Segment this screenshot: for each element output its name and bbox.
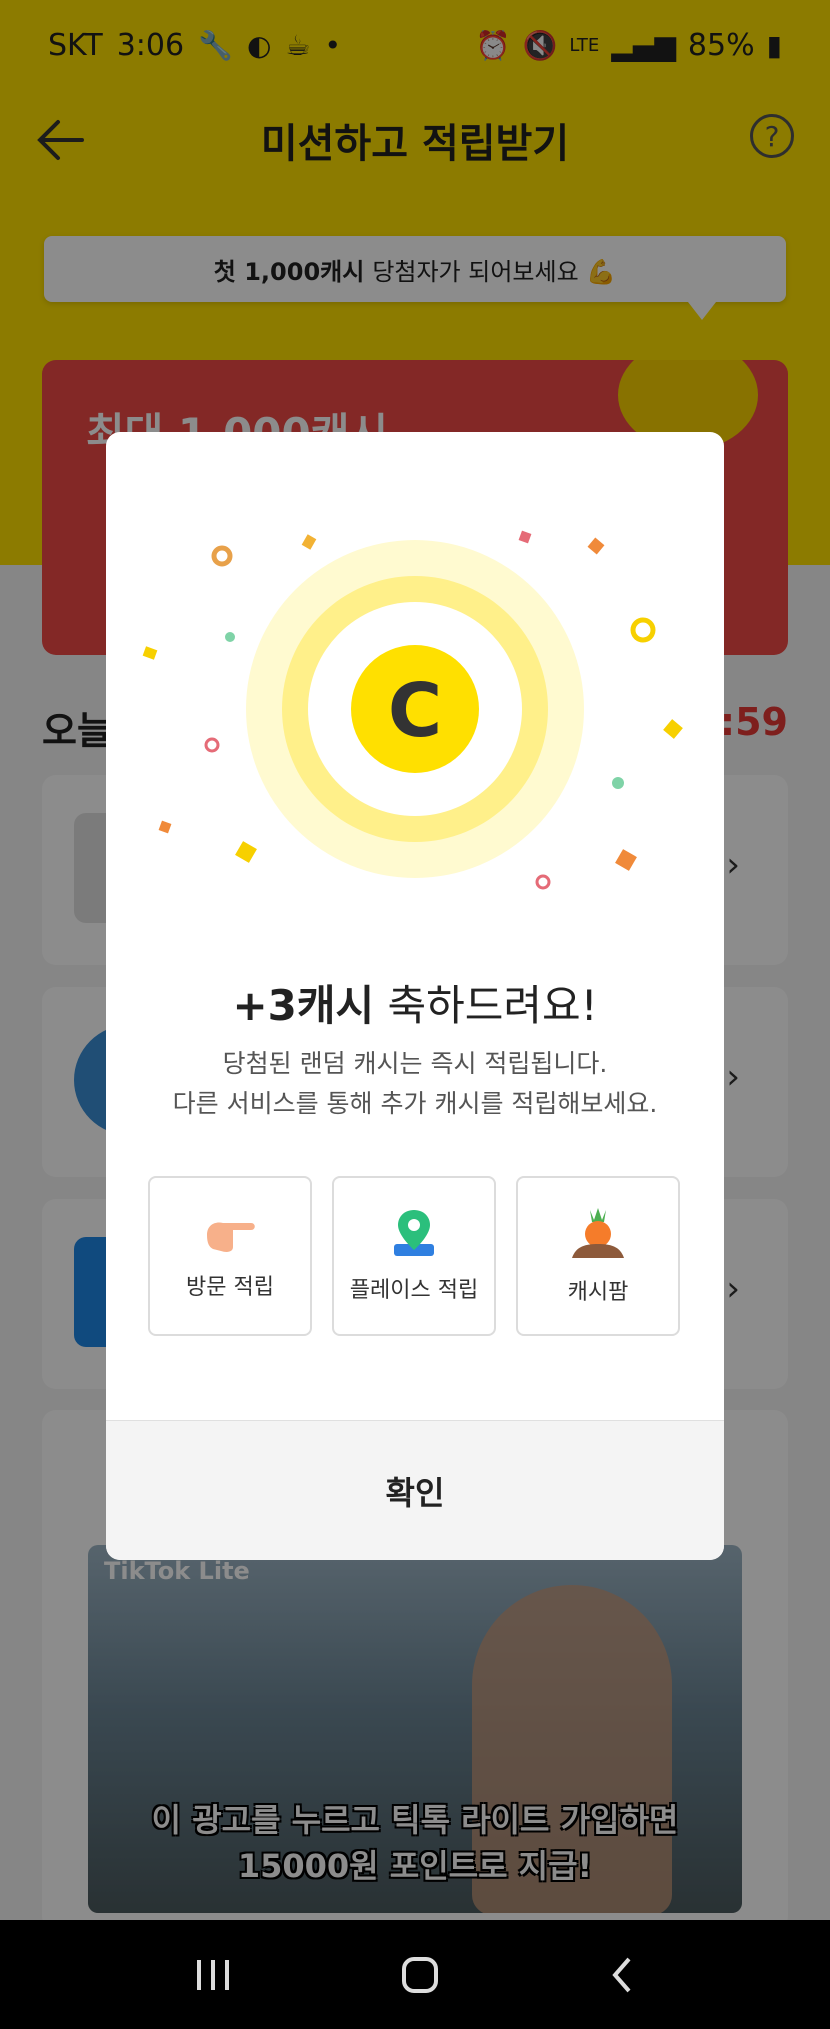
reward-dialog: C +3캐시 축하드려요! 당첨된 랜덤 캐시는 즉시 적립됩니다. 다른 서비… <box>106 432 724 1560</box>
coin-rings: C <box>246 540 584 878</box>
visit-reward-button[interactable]: 방문 적립 <box>148 1176 312 1336</box>
congrats-text: 축하드려요! <box>387 981 598 1030</box>
option-label: 캐시팜 <box>567 1280 629 1305</box>
cash-farm-button[interactable]: 캐시팜 <box>516 1176 680 1336</box>
reward-amount: +3캐시 <box>232 981 375 1030</box>
back-icon[interactable] <box>607 1955 637 1995</box>
description-line-2: 다른 서비스를 통해 추가 캐시를 적립해보세요. <box>172 1089 658 1118</box>
place-reward-button[interactable]: 플레이스 적립 <box>332 1176 496 1336</box>
home-icon[interactable] <box>400 1955 440 1995</box>
reward-title: +3캐시 축하드려요! <box>106 972 724 1033</box>
reward-description: 당첨된 랜덤 캐시는 즉시 적립됩니다. 다른 서비스를 통해 추가 캐시를 적… <box>106 1044 724 1124</box>
coin-letter: C <box>388 668 442 754</box>
system-nav-bar <box>0 1920 830 2029</box>
location-pin-icon <box>394 1210 434 1256</box>
option-label: 방문 적립 <box>186 1275 274 1300</box>
option-label: 플레이스 적립 <box>349 1278 479 1303</box>
more-options: 방문 적립 플레이스 적립 캐시팜 <box>148 1176 682 1342</box>
description-line-1: 당첨된 랜덤 캐시는 즉시 적립됩니다. <box>222 1049 608 1078</box>
confirm-button[interactable]: 확인 <box>106 1420 724 1560</box>
recent-apps-icon[interactable] <box>193 1958 233 1992</box>
pointing-hand-icon <box>207 1222 255 1252</box>
carrot-icon <box>572 1208 624 1258</box>
